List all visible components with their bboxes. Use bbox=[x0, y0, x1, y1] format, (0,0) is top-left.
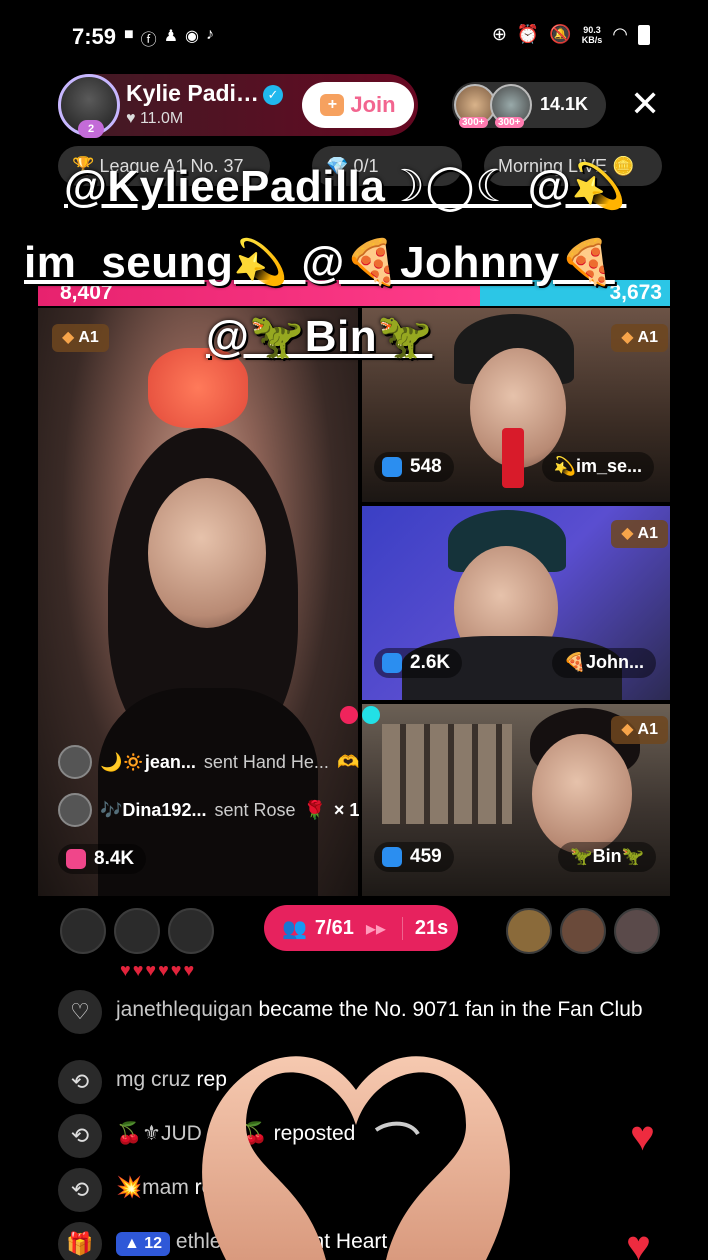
repost-icon: ⟲ bbox=[58, 1060, 102, 1104]
chat-username[interactable]: janethlequigan bbox=[116, 998, 253, 1021]
notification-icons: ■ ⓕ ♟ ◉ ♪ bbox=[124, 26, 214, 50]
network-speed: 90.3 KB/s bbox=[581, 24, 603, 45]
right-score: 3,673 bbox=[609, 281, 662, 304]
heart-outline-icon: ♡ bbox=[58, 990, 102, 1034]
shelf-background bbox=[382, 724, 512, 824]
host-face bbox=[148, 478, 266, 628]
host-likes: ♥ 11.0M bbox=[126, 110, 184, 127]
floating-heart-icon: ♥ bbox=[630, 1112, 655, 1159]
host-profile-pill[interactable]: 2 Kylie Padi… ✓ ♥ 11.0M + Join bbox=[58, 74, 418, 138]
close-icon[interactable]: ✕ bbox=[630, 86, 660, 122]
tile-score: 459 bbox=[374, 842, 454, 872]
gift-multiplier: × 1 bbox=[333, 799, 360, 820]
guest-name[interactable]: 🦖Bin🦖 bbox=[558, 842, 656, 872]
floating-heart-icon: ♥ bbox=[626, 1222, 651, 1260]
alarm-icon: ⏰ bbox=[516, 24, 540, 44]
gem-icon: ◆ bbox=[621, 721, 634, 738]
repost-icon: ⟲ bbox=[58, 1168, 102, 1212]
chat-username[interactable]: mg cruz bbox=[116, 1068, 191, 1091]
gift-box-icon bbox=[382, 457, 402, 477]
gift-notification: 🌙🔅jean... sent Hand He... 🫶 bbox=[58, 742, 388, 782]
rose-icon: 🌹 bbox=[303, 799, 326, 820]
team-avatar[interactable] bbox=[614, 908, 660, 954]
dot bbox=[340, 706, 358, 724]
status-bar: 7:59 ■ ⓕ ♟ ◉ ♪ ⊕ ⏰ 🔕 90.3 KB/s ◠ bbox=[0, 0, 708, 70]
battery-icon bbox=[638, 24, 650, 45]
tile-score: 548 bbox=[374, 452, 454, 482]
rank-badge: ◆ A1 bbox=[611, 520, 668, 548]
gift-notification: 🎶Dina192... sent Rose 🌹 × 1 bbox=[58, 790, 388, 830]
gem-icon: ◆ bbox=[621, 329, 634, 346]
join-button[interactable]: + Join bbox=[302, 82, 414, 128]
level-badge: ▲ 12 bbox=[116, 1232, 171, 1256]
messenger-icon: ◉ bbox=[185, 28, 199, 45]
dot bbox=[362, 706, 380, 724]
guest-face bbox=[532, 734, 632, 854]
verified-icon: ✓ bbox=[262, 84, 283, 105]
avatar-level-badge: 2 bbox=[78, 120, 104, 138]
team-avatar[interactable] bbox=[506, 908, 552, 954]
page-dots bbox=[340, 706, 380, 724]
guest-video-tile[interactable]: ◆ A1 459 🦖Bin🦖 bbox=[362, 704, 670, 896]
chat-username[interactable]: 💥mam bbox=[116, 1176, 189, 1199]
facebook-icon: ⓕ bbox=[140, 32, 157, 49]
add-circle-icon: ⊕ bbox=[491, 24, 507, 44]
rank-badge: ◆ A1 bbox=[52, 324, 109, 352]
status-time: 7:59 bbox=[72, 24, 117, 49]
gift-box-icon bbox=[66, 849, 86, 869]
gift-sender[interactable]: 🎶Dina192... bbox=[100, 800, 206, 821]
system-icons: ⊕ ⏰ 🔕 90.3 KB/s ◠ bbox=[492, 24, 650, 45]
guest-name[interactable]: 🍕John... bbox=[551, 648, 656, 678]
team-avatar-empty[interactable] bbox=[114, 908, 160, 954]
video-call-icon: ■ bbox=[124, 26, 134, 43]
gift-sender[interactable]: 🌙🔅jean... bbox=[100, 752, 196, 773]
team-status-pill[interactable]: 👥 7/61 ▸▸ 21s bbox=[264, 905, 458, 951]
rank-badge: ◆ A1 bbox=[611, 716, 668, 744]
hearts-decoration: ♥♥♥♥♥♥ bbox=[120, 960, 197, 980]
team-timer: 21s bbox=[401, 916, 448, 940]
gem-icon: ◆ bbox=[621, 525, 634, 542]
team-avatar[interactable] bbox=[60, 908, 106, 954]
mention-line: @🦖Bin🦖 bbox=[206, 312, 433, 361]
person-icon: ♟ bbox=[163, 28, 179, 45]
top-viewer-avatar[interactable]: 300+ bbox=[490, 84, 532, 128]
repost-icon: ⟲ bbox=[58, 1114, 102, 1158]
rank-badge: ◆ A1 bbox=[611, 324, 668, 352]
team-avatar[interactable] bbox=[560, 908, 606, 954]
gift-action: sent Rose bbox=[214, 799, 296, 820]
tiktok-icon: ♪ bbox=[206, 26, 214, 43]
mention-line: @KylieePadilla☽◯☾ @💫 bbox=[64, 162, 627, 211]
drink-can bbox=[502, 428, 524, 488]
tile-score: 2.6K bbox=[374, 648, 463, 678]
gem-icon: ◆ bbox=[62, 329, 75, 346]
people-icon: 👥 bbox=[282, 917, 307, 940]
team-avatar[interactable] bbox=[168, 908, 214, 954]
guest-video-tile[interactable]: ◆ A1 2.6K 🍕John... bbox=[362, 506, 670, 700]
gift-box-icon bbox=[382, 847, 402, 867]
gift-action: sent Hand He... bbox=[203, 751, 329, 772]
heart-icon: ♥ bbox=[126, 110, 136, 127]
gift-sender-avatar bbox=[58, 793, 92, 827]
top-viewers[interactable]: 300+ 300+ 14.1K bbox=[452, 82, 606, 128]
fan-club-icon: + bbox=[320, 94, 345, 116]
hand-heart-gift-icon: 🫶 bbox=[336, 751, 360, 772]
viewer-count: 14.1K bbox=[540, 94, 589, 114]
mention-line: im_seung💫 @🍕Johnny🍕 bbox=[24, 238, 615, 287]
gift-icon: 🎁 bbox=[58, 1222, 102, 1260]
fast-forward-icon: ▸▸ bbox=[365, 917, 386, 940]
mute-icon: 🔕 bbox=[549, 24, 572, 44]
heart-hands-gift-animation bbox=[202, 1056, 510, 1260]
tile-score: 8.4K bbox=[58, 844, 147, 874]
gift-box-icon bbox=[382, 653, 402, 673]
wifi-icon: ◠ bbox=[612, 24, 628, 44]
chat-text: became the No. 9071 fan in the Fan Club bbox=[258, 998, 643, 1021]
gift-sender-avatar bbox=[58, 745, 92, 779]
host-name: Kylie Padi… ✓ bbox=[126, 80, 283, 107]
guest-name[interactable]: 💫im_se... bbox=[541, 452, 654, 482]
